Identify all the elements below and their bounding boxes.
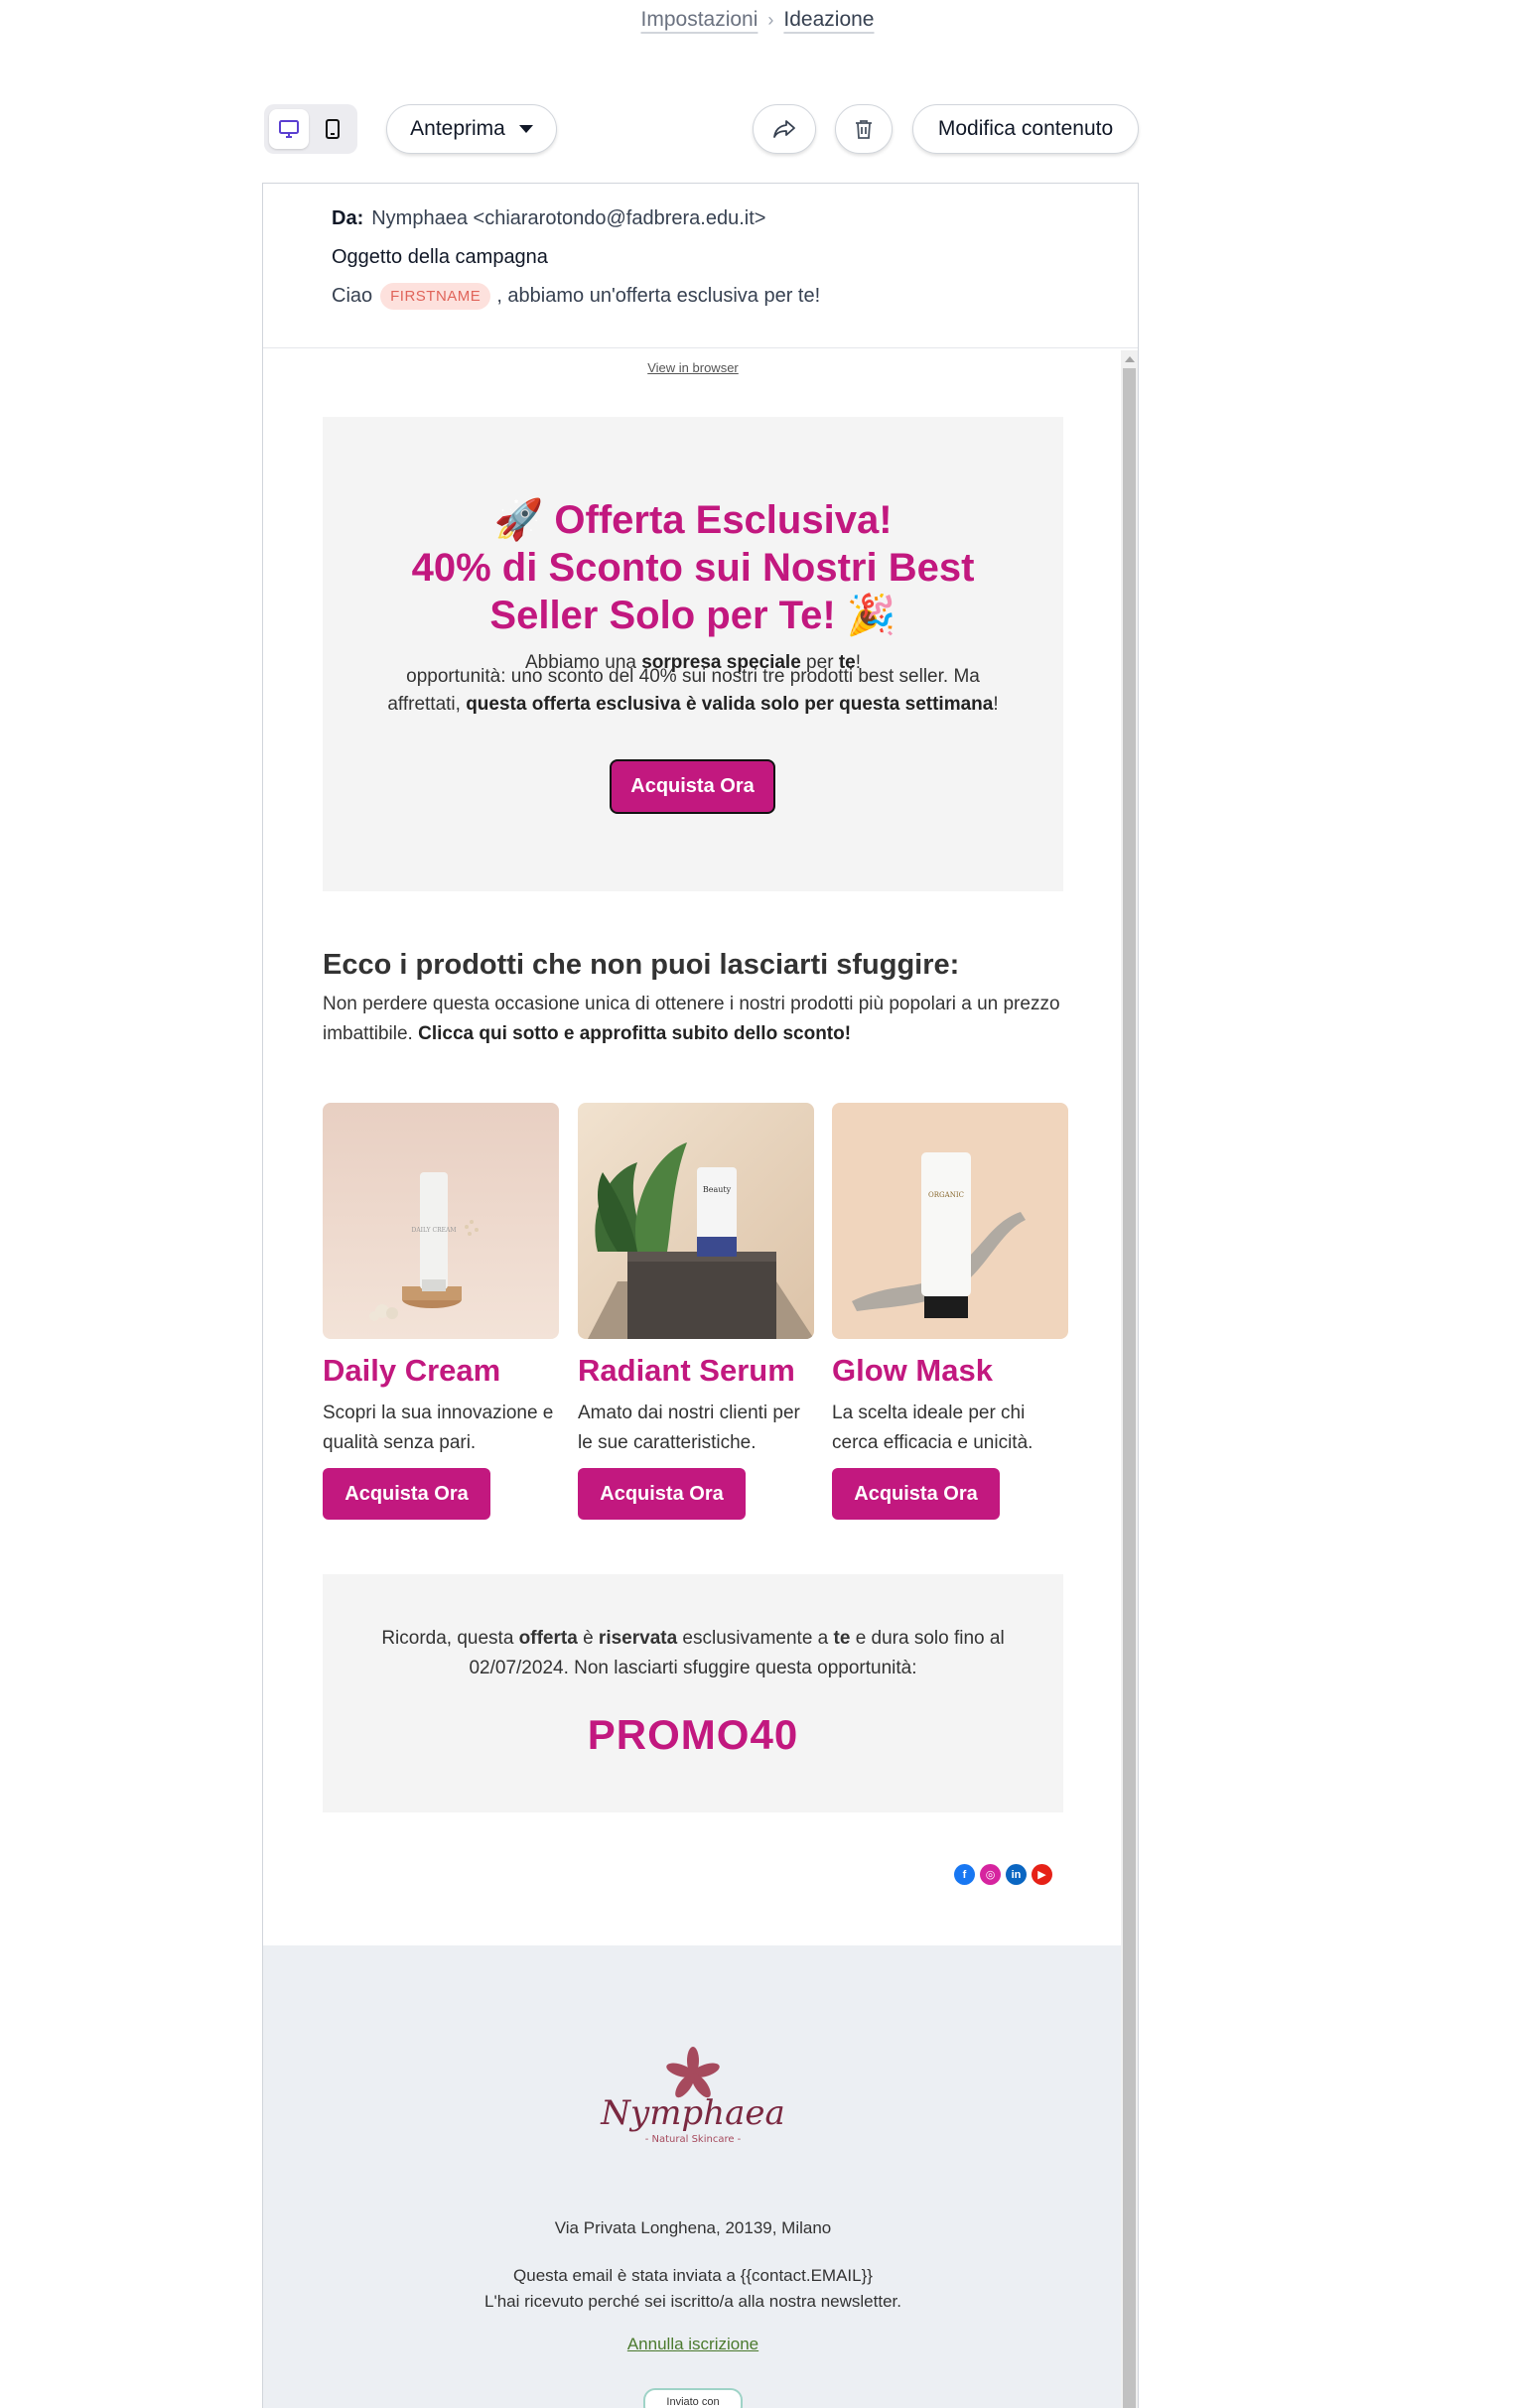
svg-text:- Natural Skincare -: - Natural Skincare -: [645, 2134, 742, 2145]
product-desc: La scelta ideale per chi cerca efficacia…: [832, 1403, 1033, 1453]
social-links: f ◎ in ▶: [954, 1864, 1052, 1885]
hero-sub-line2: opportunità: uno sconto del 40% sui nost…: [406, 666, 980, 687]
subject-line: Oggetto della campagna: [332, 246, 548, 268]
share-icon: [773, 120, 795, 138]
product-name: Daily Cream: [323, 1353, 501, 1388]
preview-after: , abbiamo un'offerta esclusiva per te!: [496, 285, 821, 307]
svg-text:Beauty: Beauty: [703, 1185, 732, 1194]
product-buy-button[interactable]: Acquista Ora: [323, 1468, 490, 1520]
from-label: Da:: [332, 207, 364, 229]
sent-note-line1: Questa email è stata inviata a {{contact…: [513, 2266, 873, 2285]
delete-button[interactable]: [835, 104, 893, 154]
edit-content-button[interactable]: Modifica contenuto: [912, 104, 1139, 154]
hero-section: 🚀 Offerta Esclusiva! 40% di Sconto sui N…: [323, 417, 1063, 891]
scroll-up-icon[interactable]: [1125, 356, 1135, 362]
hero-title-line1: 🚀 Offerta Esclusiva!: [493, 498, 893, 542]
breadcrumb-ideazione[interactable]: Ideazione: [783, 8, 874, 31]
chevron-right-icon: ›: [767, 10, 774, 30]
svg-text:ORGANIC: ORGANIC: [928, 1191, 964, 1199]
product-card-glow-mask: ORGANIC Glow Mask La scelta ideale per c…: [832, 1103, 1068, 1520]
product-buy-button[interactable]: Acquista Ora: [832, 1468, 1000, 1520]
trash-icon: [856, 120, 872, 139]
sent-note: Questa email è stata inviata a {{contact…: [263, 2263, 1123, 2315]
hero-buy-button[interactable]: Acquista Ora: [610, 759, 775, 814]
sent-with-badge[interactable]: Inviato con: [643, 2388, 743, 2408]
mobile-icon: [326, 119, 340, 139]
youtube-icon[interactable]: ▶: [1032, 1864, 1052, 1885]
product-card-daily-cream: DAILY CREAM Daily Cream Scopri la sua in…: [323, 1103, 559, 1520]
from-value: Nymphaea <chiararotondo@fadbrera.edu.it>: [371, 207, 766, 229]
product-desc: Amato dai nostri clienti per le sue cara…: [578, 1403, 800, 1453]
svg-text:Nymphaea: Nymphaea: [600, 2093, 785, 2133]
view-in-browser-link[interactable]: View in browser: [263, 360, 1123, 375]
hero-sub-line3: affrettati, questa offerta esclusiva è v…: [387, 694, 999, 715]
products-intro: Non perdere questa occasione unica di ot…: [323, 994, 1060, 1044]
share-button[interactable]: [753, 104, 816, 154]
scrollbar-thumb[interactable]: [1123, 368, 1136, 2408]
hero-title-line2: 40% di Sconto sui Nostri Best: [411, 546, 975, 590]
email-meta: Da: Nymphaea <chiararotondo@fadbrera.edu.…: [263, 184, 1138, 348]
email-preview-frame: Da: Nymphaea <chiararotondo@fadbrera.edu.…: [262, 183, 1139, 2408]
product-image-glow-mask[interactable]: ORGANIC: [832, 1103, 1068, 1339]
hero-title-line3: Seller Solo per Te! 🎉: [489, 594, 896, 637]
email-footer: Nymphaea - Natural Skincare - Via Privat…: [263, 1945, 1123, 2408]
promo-code: PROMO40: [587, 1711, 799, 1758]
device-toggle: [264, 104, 357, 154]
promo-section: Ricorda, questa offerta è riservata escl…: [323, 1574, 1063, 1812]
mobile-view-button[interactable]: [313, 109, 352, 149]
facebook-icon[interactable]: f: [954, 1864, 975, 1885]
email-body: View in browser 🚀 Offerta Esclusiva! 40%…: [263, 350, 1123, 2408]
hero-subtitle: Abbiamo una sorpresa speciale per te! op…: [343, 649, 1043, 719]
email-scrollbar[interactable]: [1121, 350, 1138, 2408]
product-image-radiant-serum[interactable]: Beauty: [578, 1103, 814, 1339]
instagram-icon[interactable]: ◎: [980, 1864, 1001, 1885]
linkedin-icon[interactable]: in: [1006, 1864, 1027, 1885]
nymphaea-logo: Nymphaea - Natural Skincare -: [594, 2045, 792, 2154]
unsubscribe-link[interactable]: Annulla iscrizione: [263, 2335, 1123, 2354]
product-name: Glow Mask: [832, 1353, 993, 1388]
hero-title: 🚀 Offerta Esclusiva! 40% di Sconto sui N…: [382, 496, 1004, 639]
product-buy-button[interactable]: Acquista Ora: [578, 1468, 746, 1520]
preview-before: Ciao: [332, 285, 373, 307]
promo-text: Ricorda, questa offerta è riservata escl…: [381, 1628, 1005, 1678]
product-desc: Scopri la sua innovazione e qualità senz…: [323, 1403, 554, 1453]
caret-down-icon: [518, 125, 533, 133]
products-title: Ecco i prodotti che non puoi lasciarti s…: [323, 949, 960, 981]
breadcrumb-impostazioni[interactable]: Impostazioni: [641, 8, 758, 31]
product-image-daily-cream[interactable]: DAILY CREAM: [323, 1103, 559, 1339]
desktop-view-button[interactable]: [269, 109, 309, 149]
preview-label: Anteprima: [410, 117, 505, 140]
company-address: Via Privata Longhena, 20139, Milano: [554, 2218, 832, 2237]
product-card-radiant-serum: Beauty Radiant Serum Amato dai nostri cl…: [578, 1103, 814, 1520]
product-name: Radiant Serum: [578, 1353, 795, 1388]
sent-note-line2: L'hai ricevuto perché sei iscritto/a all…: [484, 2292, 901, 2311]
desktop-icon: [279, 120, 299, 138]
svg-text:DAILY CREAM: DAILY CREAM: [412, 1227, 457, 1234]
preview-dropdown[interactable]: Anteprima: [386, 104, 557, 154]
breadcrumb: Impostazioni › Ideazione: [0, 8, 1515, 32]
preview-text: Ciao FIRSTNAME , abbiamo un'offerta escl…: [332, 283, 820, 310]
from-line: Da: Nymphaea <chiararotondo@fadbrera.edu.…: [332, 207, 765, 230]
firstname-tag: FIRSTNAME: [380, 283, 491, 310]
